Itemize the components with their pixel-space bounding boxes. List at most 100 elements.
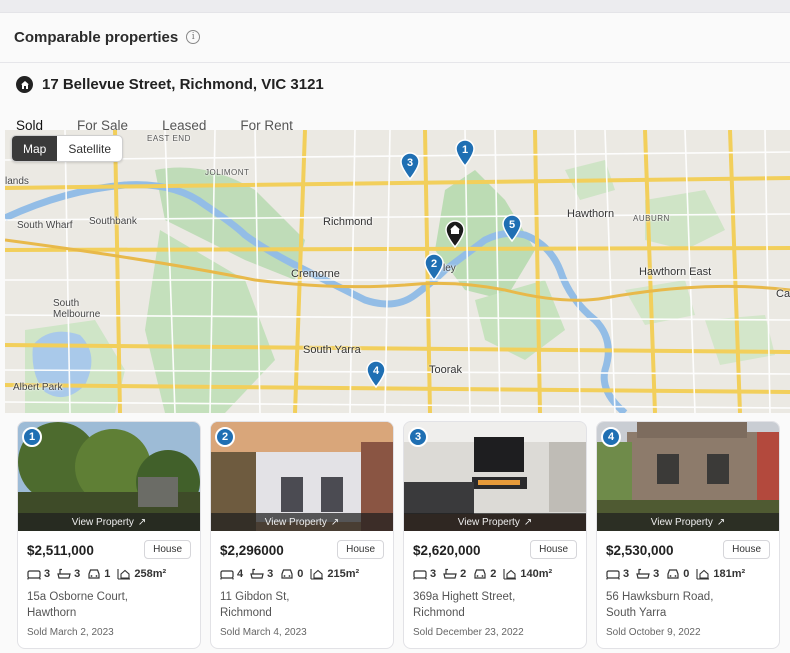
map-pin-4-label: 4: [373, 365, 380, 377]
map-label-albert-park: Albert Park: [13, 382, 63, 393]
subject-address-row: 17 Bellevue Street, Richmond, VIC 3121: [16, 76, 324, 93]
home-pin-icon: [16, 76, 33, 93]
map-pin-1-label: 1: [462, 144, 468, 156]
info-icon[interactable]: i: [186, 30, 201, 44]
property-price: $2,511,000: [27, 543, 94, 558]
view-property-label: View Property: [264, 516, 327, 528]
map-label-south-yarra: South Yarra: [303, 344, 361, 356]
map-pin-1[interactable]: 1: [454, 139, 476, 167]
property-photo[interactable]: 4 View Property ↗: [597, 422, 779, 531]
subject-map-pin[interactable]: [444, 220, 466, 248]
satellite-view-button[interactable]: Satellite: [57, 136, 122, 161]
address-line-2: Richmond: [413, 607, 465, 619]
map-label-toorak: Toorak: [429, 364, 463, 376]
map-label-ca: Ca: [776, 288, 790, 300]
section-title: Comparable properties: [14, 28, 179, 46]
address-line-2: Richmond: [220, 607, 272, 619]
property-number-badge: 1: [22, 427, 42, 447]
map-label-south-wharf: South Wharf: [17, 220, 73, 231]
view-property-link[interactable]: View Property ↗: [404, 513, 586, 531]
bath-icon: [57, 568, 71, 579]
map-pin-2[interactable]: 2: [423, 253, 445, 281]
map[interactable]: Map Satellite EAST END JOLIMONT lands So…: [5, 130, 790, 413]
bed-count: 3: [606, 568, 629, 580]
property-features: 3 3 1 258m²: [27, 568, 166, 580]
land-size-icon: [696, 569, 710, 580]
view-property-link[interactable]: View Property ↗: [211, 513, 393, 531]
map-view-button[interactable]: Map: [12, 136, 58, 161]
land-size-icon: [117, 569, 131, 580]
car-icon: [281, 569, 293, 579]
land-size: 215m²: [310, 568, 359, 580]
view-property-link[interactable]: View Property ↗: [18, 513, 200, 531]
property-type-badge: House: [530, 540, 577, 559]
map-label-jolimont: JOLIMONT: [205, 168, 250, 177]
property-features: 3 2 2 140m²: [413, 568, 552, 580]
map-label-auburn: AUBURN: [633, 214, 670, 223]
bath-count: 3: [250, 568, 273, 580]
map-label-south-melbourne: South Melbourne: [53, 298, 101, 320]
view-property-link[interactable]: View Property ↗: [597, 513, 779, 531]
property-number-badge: 3: [408, 427, 428, 447]
car-icon: [88, 569, 100, 579]
property-photo[interactable]: 3 View Property ↗: [404, 422, 586, 531]
map-pin-4[interactable]: 4: [365, 360, 387, 388]
page: Comparable properties i 17 Bellevue Stre…: [0, 0, 790, 653]
property-type-badge: House: [144, 540, 191, 559]
map-label-lands: lands: [5, 176, 29, 187]
address-line-2: South Yarra: [606, 607, 667, 619]
car-icon: [667, 569, 679, 579]
divider: [0, 62, 790, 63]
map-label-richmond: Richmond: [323, 216, 373, 228]
property-photo[interactable]: 2 View Property ↗: [211, 422, 393, 531]
property-card-4[interactable]: 4 View Property ↗ $2,530,000 House 3 3 0…: [596, 421, 780, 649]
map-type-toggle: Map Satellite: [11, 135, 124, 162]
land-size: 258m²: [117, 568, 166, 580]
bath-icon: [250, 568, 264, 579]
map-label-southbank: Southbank: [89, 216, 137, 227]
bath-icon: [443, 568, 457, 579]
car-count: 1: [87, 568, 110, 580]
property-photo[interactable]: 1 View Property ↗: [18, 422, 200, 531]
sold-date: Sold December 23, 2022: [413, 627, 524, 638]
external-link-icon: ↗: [523, 516, 533, 528]
property-card-3[interactable]: 3 View Property ↗ $2,620,000 House 3 2 2…: [403, 421, 587, 649]
land-size-icon: [310, 569, 324, 580]
bath-icon: [636, 568, 650, 579]
external-link-icon: ↗: [330, 516, 340, 528]
property-price: $2,530,000: [606, 543, 674, 558]
comparable-properties-card: Comparable properties i 17 Bellevue Stre…: [0, 12, 790, 653]
map-pin-2-label: 2: [431, 258, 437, 270]
property-features: 3 3 0 181m²: [606, 568, 745, 580]
land-size: 140m²: [503, 568, 552, 580]
property-price: $2,620,000: [413, 543, 481, 558]
map-label-east-end: EAST END: [147, 134, 191, 143]
property-number-badge: 2: [215, 427, 235, 447]
bed-icon: [27, 570, 41, 580]
bath-count: 2: [443, 568, 466, 580]
property-address: 369a Highett Street, Richmond: [413, 589, 515, 621]
sold-date: Sold October 9, 2022: [606, 627, 701, 638]
bed-count: 3: [27, 568, 50, 580]
property-address: 56 Hawksburn Road, South Yarra: [606, 589, 713, 621]
land-size-icon: [503, 569, 517, 580]
map-pin-5[interactable]: 5: [501, 214, 523, 242]
bed-icon: [606, 570, 620, 580]
address-line-2: Hawthorn: [27, 607, 77, 619]
car-icon: [474, 569, 486, 579]
view-property-label: View Property: [457, 516, 520, 528]
map-pin-3[interactable]: 3: [399, 152, 421, 180]
map-label-hawthorn: Hawthorn: [567, 208, 615, 220]
address-line-1: 15a Osborne Court,: [27, 591, 129, 603]
car-count: 2: [473, 568, 496, 580]
external-link-icon: ↗: [137, 516, 147, 528]
property-address: 11 Gibdon St, Richmond: [220, 589, 289, 621]
sold-date: Sold March 4, 2023: [220, 627, 307, 638]
bed-icon: [220, 570, 234, 580]
property-number-badge: 4: [601, 427, 621, 447]
property-card-1[interactable]: 1 View Property ↗ $2,511,000 House 3 3 1…: [17, 421, 201, 649]
map-label-hawthorn-east: Hawthorn East: [639, 266, 712, 278]
property-card-2[interactable]: 2 View Property ↗ $2,296000 House 4 3 0 …: [210, 421, 394, 649]
view-property-label: View Property: [71, 516, 134, 528]
car-count: 0: [280, 568, 303, 580]
